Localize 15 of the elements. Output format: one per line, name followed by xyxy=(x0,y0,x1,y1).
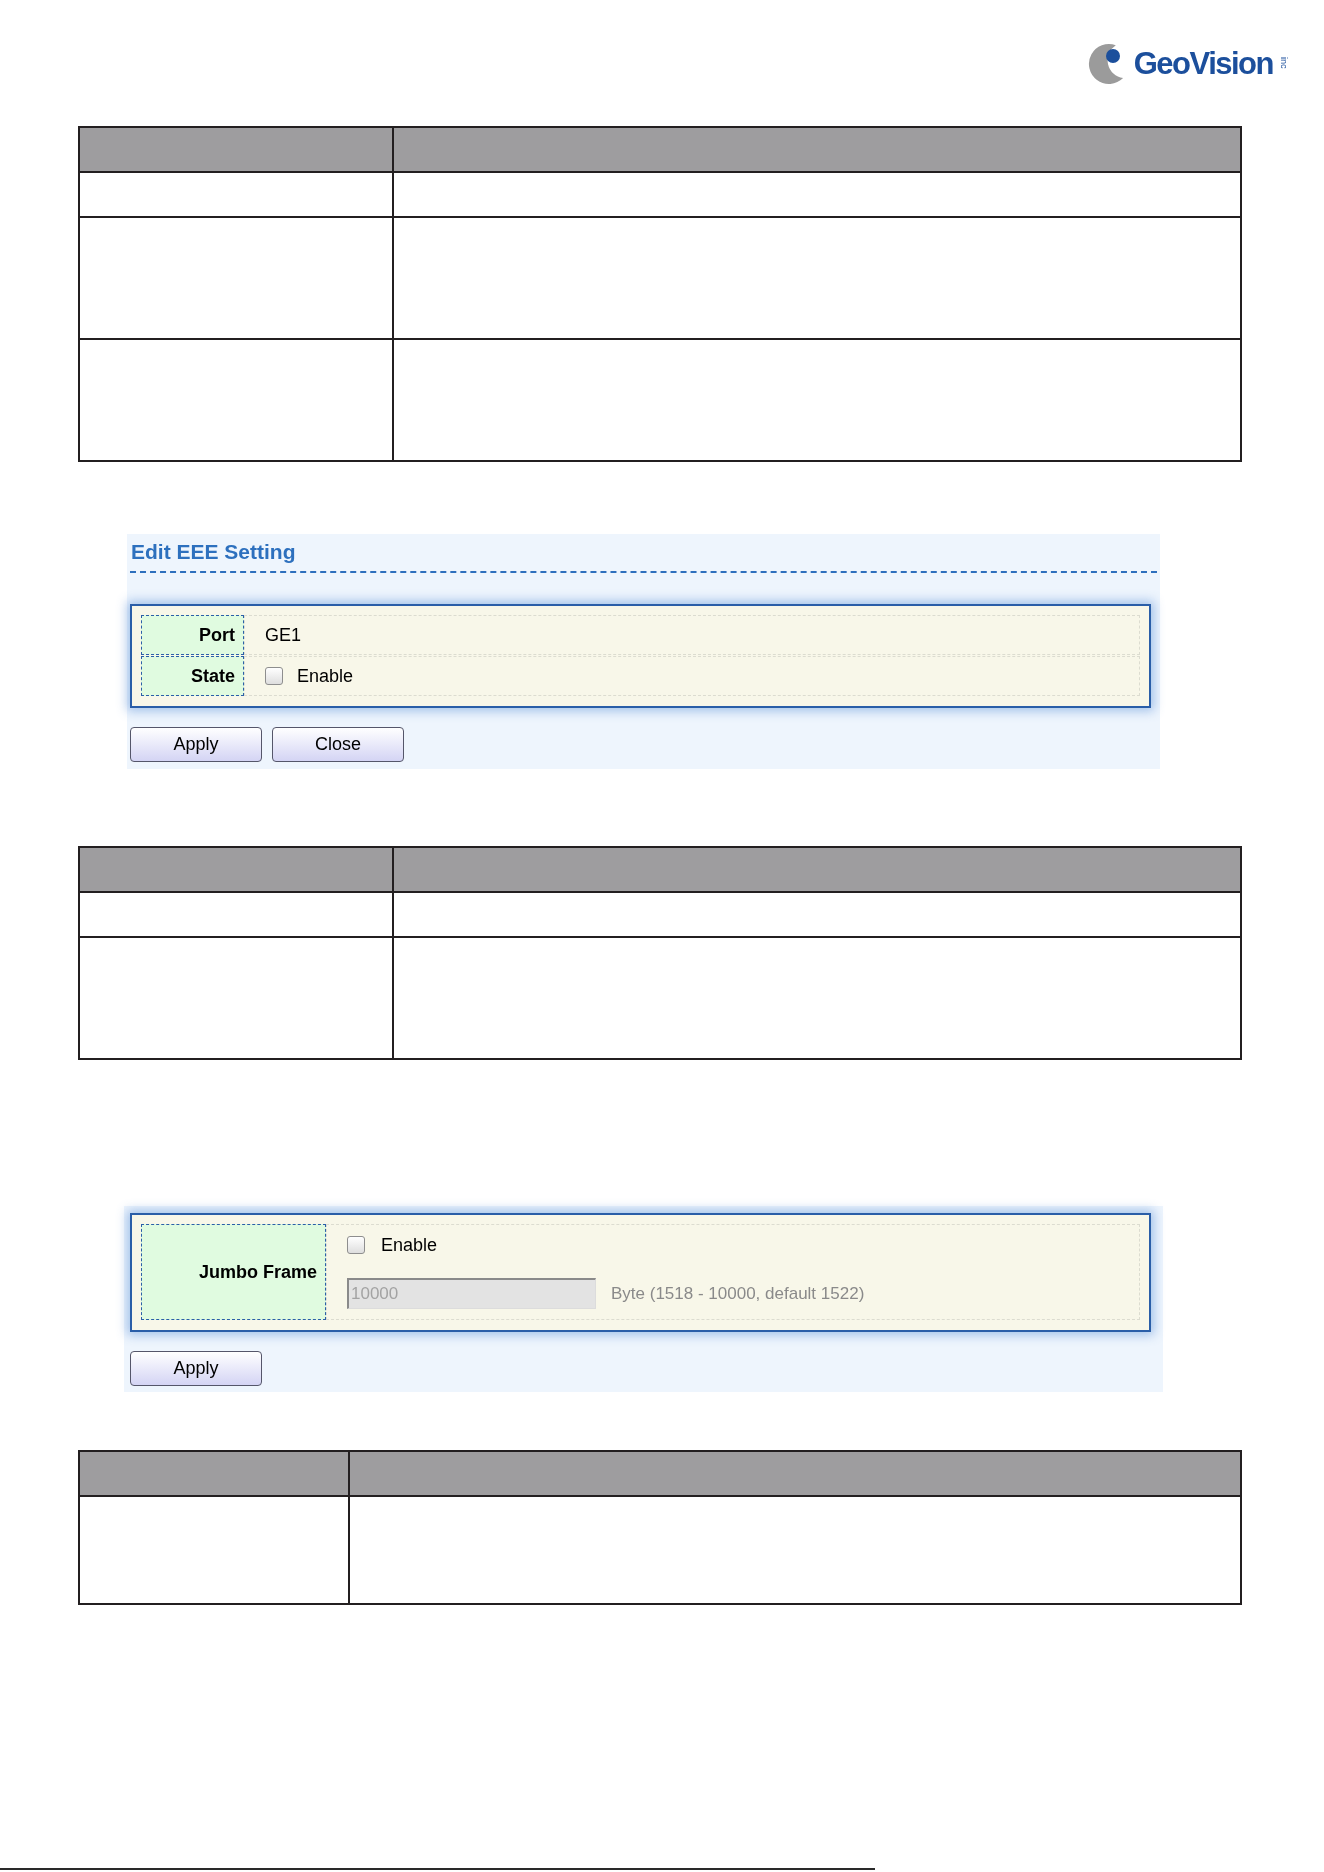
checkbox-label: Enable xyxy=(297,664,354,688)
field-hint: Byte (1518 - 10000, default 1522) xyxy=(611,1282,865,1305)
enable-checkbox[interactable] xyxy=(265,667,283,685)
field-value: GE1 xyxy=(265,623,302,647)
field-label: Jumbo Frame xyxy=(141,1224,326,1320)
action-button[interactable]: Close xyxy=(272,727,404,762)
field-label: State xyxy=(141,656,244,696)
panel-title: Edit EEE Setting xyxy=(130,539,297,565)
logo-suffix: inc xyxy=(1279,57,1288,69)
field-label: Port xyxy=(141,615,244,655)
enable-checkbox[interactable] xyxy=(347,1236,365,1254)
action-button[interactable]: Apply xyxy=(130,1351,262,1386)
checkbox-label: Enable xyxy=(381,1233,438,1257)
action-button[interactable]: Apply xyxy=(130,727,262,762)
logo-wordmark: GeoVision xyxy=(1133,47,1273,79)
